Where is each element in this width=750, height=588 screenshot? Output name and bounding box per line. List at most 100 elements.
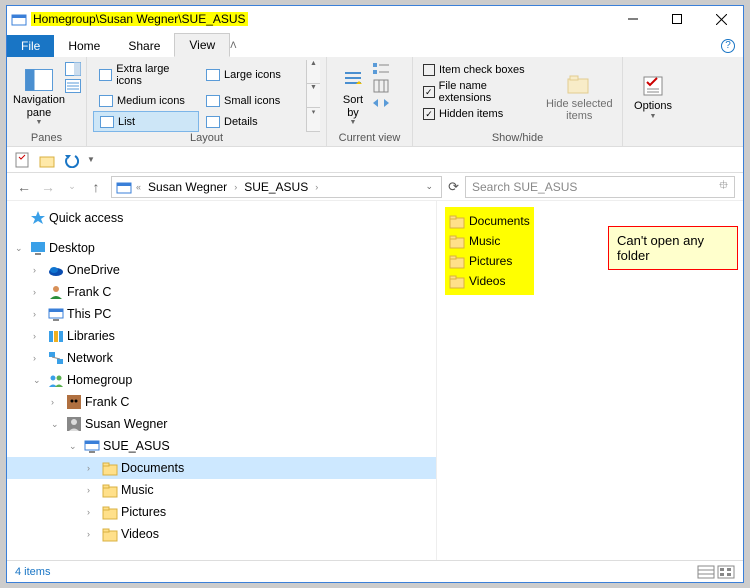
twisty-icon[interactable]: ›	[33, 309, 45, 319]
help-icon[interactable]: ?	[721, 39, 735, 53]
check-file-name-extensions[interactable]: ✓File name extensions	[419, 78, 543, 106]
tree-item-label: Libraries	[67, 329, 115, 343]
layout-details[interactable]: Details	[200, 111, 306, 132]
maximize-button[interactable]	[655, 6, 699, 32]
new-folder-icon[interactable]	[39, 152, 55, 168]
breadcrumb-dropdown-icon[interactable]: ⌄	[426, 181, 434, 192]
tree-item[interactable]: ›Frank C	[7, 281, 436, 303]
tree-item[interactable]: ›Network	[7, 347, 436, 369]
tree-item-label: Frank C	[85, 395, 129, 409]
breadcrumb-part-1[interactable]: SUE_ASUS	[241, 180, 311, 194]
check-item-check-boxes[interactable]: Item check boxes	[419, 62, 543, 78]
size-columns-icon[interactable]	[373, 96, 389, 110]
twisty-icon[interactable]: ›	[33, 265, 45, 275]
twisty-icon[interactable]: ›	[87, 507, 99, 517]
tree-item[interactable]: ⌄ Susan Wegner	[7, 413, 436, 435]
group-by-icon[interactable]	[373, 62, 389, 76]
tree-item[interactable]: › This PC	[7, 303, 436, 325]
breadcrumb-part-0[interactable]: Susan Wegner	[145, 180, 230, 194]
properties-icon[interactable]	[15, 152, 31, 168]
tree-item[interactable]: › Pictures	[7, 501, 436, 523]
folder-icon	[449, 233, 465, 249]
folder-item[interactable]: Documents	[449, 211, 530, 231]
up-button[interactable]: ↑	[87, 179, 105, 195]
layout-large[interactable]: Large icons	[200, 60, 306, 91]
refresh-button[interactable]: ⟳	[448, 179, 459, 195]
search-input[interactable]: Search SUE_ASUS ⯐	[465, 176, 735, 198]
view-details-icon[interactable]	[697, 565, 715, 579]
libraries-icon	[48, 328, 64, 344]
twisty-icon[interactable]: ⌄	[15, 243, 27, 254]
ribbon-group-show-hide: Item check boxes ✓File name extensions ✓…	[413, 57, 623, 146]
tree-item[interactable]: › Libraries	[7, 325, 436, 347]
annotation-note: Can't open any folder	[608, 226, 738, 270]
minimize-button[interactable]	[611, 6, 655, 32]
ribbon-collapse-icon[interactable]: ᐱ	[230, 40, 236, 51]
twisty-icon[interactable]: ⌄	[51, 419, 63, 430]
preview-pane-icon[interactable]	[65, 62, 81, 76]
twisty-icon[interactable]: ›	[87, 485, 99, 495]
tree-item-label: Music	[121, 483, 154, 497]
tree-item-label: Pictures	[121, 505, 166, 519]
tree-item-label: OneDrive	[67, 263, 120, 277]
tree-item-label: SUE_ASUS	[103, 439, 170, 453]
undo-icon[interactable]	[63, 152, 79, 168]
folder-icon	[449, 213, 465, 229]
twisty-icon[interactable]: ›	[33, 353, 45, 363]
folder-icon	[449, 253, 465, 269]
tree-item[interactable]: ›Videos	[7, 523, 436, 545]
tree-item[interactable]: ⌄ SUE_ASUS	[7, 435, 436, 457]
network-icon	[48, 350, 64, 366]
window-icon	[11, 11, 27, 27]
layout-more-icon[interactable]: ▲▼▾	[306, 60, 320, 132]
breadcrumb[interactable]: « Susan Wegner › SUE_ASUS › ⌄	[111, 176, 442, 198]
recent-dropdown-icon[interactable]: ⌄	[63, 181, 81, 192]
folder-icon	[102, 460, 118, 476]
twisty-icon[interactable]: ›	[87, 463, 99, 473]
close-button[interactable]	[699, 6, 743, 32]
hide-selected-button[interactable]: Hide selected items	[543, 60, 616, 132]
tree-item-label: This PC	[67, 307, 111, 321]
tab-home[interactable]: Home	[54, 35, 114, 57]
tab-file[interactable]: File	[7, 35, 54, 57]
tree-item-label: Documents	[121, 461, 184, 475]
tab-share[interactable]: Share	[114, 35, 174, 57]
tree-item[interactable]: › Frank C	[7, 391, 436, 413]
twisty-icon[interactable]: ›	[87, 529, 99, 539]
address-bar: ← → ⌄ ↑ « Susan Wegner › SUE_ASUS › ⌄ ⟳ …	[7, 173, 743, 201]
tree-item[interactable]: › Documents	[7, 457, 436, 479]
navigation-tree[interactable]: Quick access⌄Desktop›OneDrive›Frank C›Th…	[7, 201, 437, 560]
layout-small[interactable]: Small icons	[200, 92, 306, 111]
tree-item[interactable]: ⌄Desktop	[7, 237, 436, 259]
tree-item[interactable]: Quick access	[7, 207, 436, 229]
desktop-icon	[30, 240, 46, 256]
folder-icon	[449, 273, 465, 289]
back-button[interactable]: ←	[15, 179, 33, 195]
folder-item[interactable]: Pictures	[449, 251, 530, 271]
twisty-icon[interactable]: ⌄	[33, 375, 45, 386]
tree-item[interactable]: › Music	[7, 479, 436, 501]
layout-medium[interactable]: Medium icons	[93, 92, 199, 111]
folder-item[interactable]: Music	[449, 231, 530, 251]
forward-button[interactable]: →	[39, 179, 57, 195]
tree-item[interactable]: ⌄Homegroup	[7, 369, 436, 391]
window-title: Homegroup\Susan Wegner\SUE_ASUS	[31, 12, 248, 26]
layout-list[interactable]: List	[93, 111, 199, 132]
twisty-icon[interactable]: ⌄	[69, 441, 81, 452]
twisty-icon[interactable]: ›	[33, 287, 45, 297]
add-columns-icon[interactable]	[373, 79, 389, 93]
twisty-icon[interactable]: ›	[33, 331, 45, 341]
tree-item-label: Susan Wegner	[85, 417, 167, 431]
layout-extra-large[interactable]: Extra large icons	[93, 60, 199, 91]
tree-item[interactable]: › OneDrive	[7, 259, 436, 281]
check-hidden-items[interactable]: ✓Hidden items	[419, 106, 543, 122]
details-pane-icon[interactable]	[65, 79, 81, 93]
folder-item[interactable]: Videos	[449, 271, 530, 291]
tab-view[interactable]: View	[174, 33, 230, 57]
twisty-icon[interactable]: ›	[51, 397, 63, 407]
view-large-icon[interactable]	[717, 565, 735, 579]
navigation-pane-button[interactable]: Navigation pane ▼	[13, 60, 65, 132]
qat-dropdown-icon[interactable]: ▼	[87, 155, 95, 164]
sort-by-button[interactable]: Sort by ▼	[333, 60, 373, 132]
options-button[interactable]: Options ▼	[629, 60, 677, 132]
